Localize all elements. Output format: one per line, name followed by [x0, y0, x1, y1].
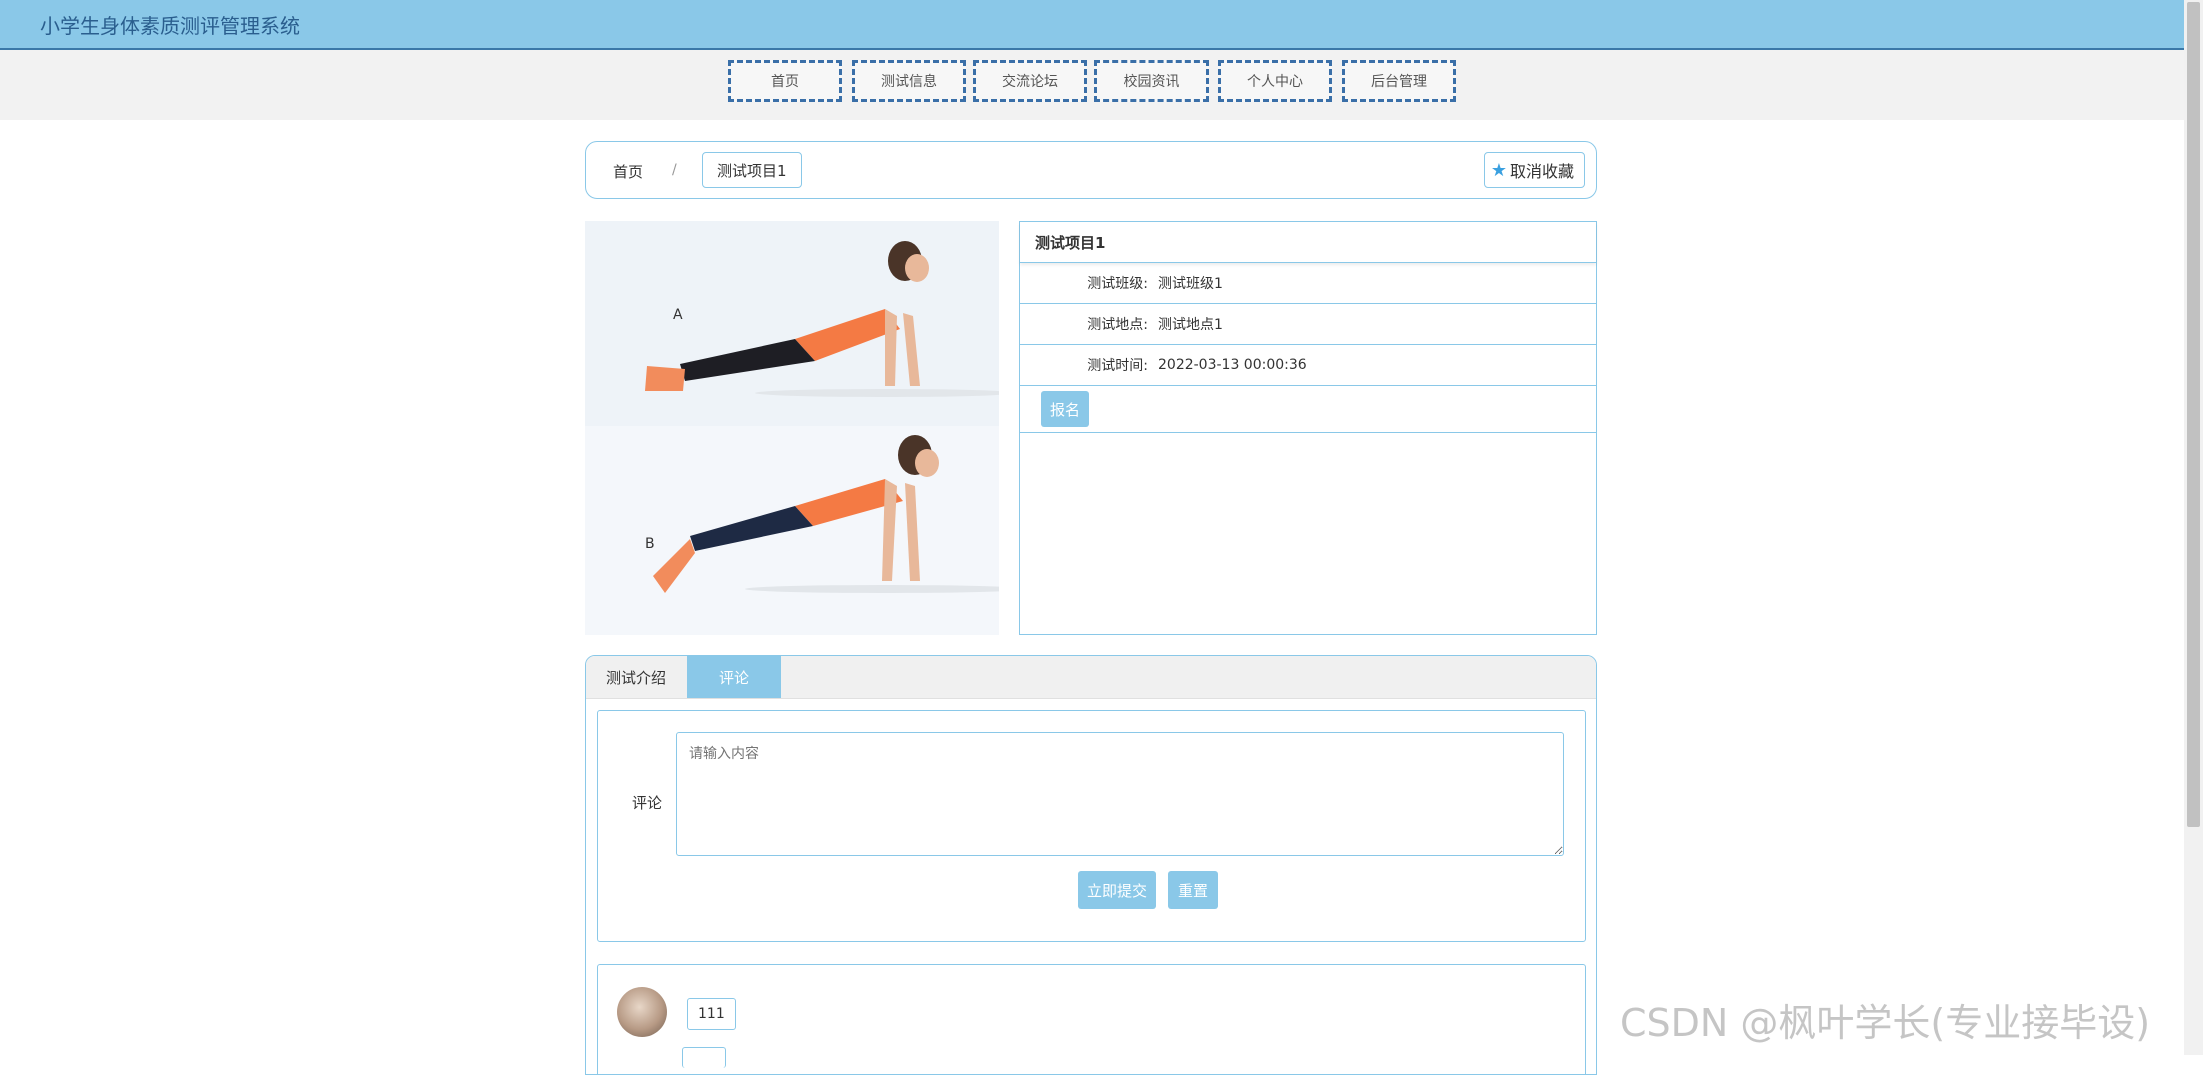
unfavorite-button[interactable]: ★ 取消收藏 — [1483, 152, 1585, 188]
reset-button[interactable]: 重置 — [1168, 871, 1218, 909]
comment-input[interactable] — [676, 732, 1564, 856]
detail-label: 测试班级: — [1087, 276, 1148, 292]
detail-row-class: 测试班级: 测试班级1 — [1020, 263, 1596, 304]
nav-item-test-info[interactable]: 测试信息 — [852, 60, 966, 102]
detail-value: 测试班级1 — [1158, 276, 1223, 292]
test-item-photo: A B — [585, 221, 1025, 635]
breadcrumb: 首页 / 测试项目1 ★ 取消收藏 — [585, 141, 1597, 199]
pushup-illustration: A B — [585, 221, 1025, 635]
nav-item-personal-center[interactable]: 个人中心 — [1218, 60, 1332, 102]
detail-row-time: 测试时间: 2022-03-13 00:00:36 — [1020, 345, 1596, 386]
detail-row-location: 测试地点: 测试地点1 — [1020, 304, 1596, 345]
breadcrumb-separator: / — [672, 162, 677, 178]
panel-b-label: B — [645, 536, 655, 552]
watermark: CSDN @枫叶学长(专业接毕设) — [1620, 1001, 2151, 1045]
main-navbar: 首页 测试信息 交流论坛 校园资讯 个人中心 后台管理 — [0, 50, 2184, 120]
tab-comment[interactable]: 评论 — [687, 656, 781, 698]
detail-value: 2022-03-13 00:00:36 — [1158, 357, 1307, 373]
submit-button[interactable]: 立即提交 — [1078, 871, 1156, 909]
breadcrumb-home-link[interactable]: 首页 — [613, 161, 643, 182]
tabs-container: 测试介绍 评论 评论 立即提交 重置 111 — [585, 655, 1597, 1075]
panel-a-label: A — [673, 307, 683, 323]
scrollbar-thumb[interactable] — [2187, 2, 2200, 827]
avatar — [617, 987, 667, 1037]
comment-list: 111 — [597, 964, 1586, 1074]
site-title: 小学生身体素质测评管理系统 — [40, 14, 300, 38]
detail-label: 测试时间: — [1087, 358, 1148, 374]
test-detail-panel: 测试项目1 测试班级: 测试班级1 测试地点: 测试地点1 测试时间: 2022… — [1019, 221, 1597, 635]
signup-row: 报名 — [1020, 386, 1596, 433]
nav-item-campus-news[interactable]: 校园资讯 — [1094, 60, 1209, 102]
signup-button[interactable]: 报名 — [1041, 391, 1089, 427]
top-header: 小学生身体素质测评管理系统 — [0, 0, 2184, 50]
comment-form: 评论 立即提交 重置 — [597, 710, 1586, 942]
comment-text: 111 — [687, 998, 736, 1030]
comment-label: 评论 — [632, 794, 663, 812]
detail-label: 测试地点: — [1087, 317, 1148, 333]
nav-item-forum[interactable]: 交流论坛 — [973, 60, 1087, 102]
star-icon: ★ — [1490, 159, 1507, 181]
unfavorite-label: 取消收藏 — [1509, 162, 1574, 181]
detail-title: 测试项目1 — [1020, 222, 1596, 263]
nav-item-home[interactable]: 首页 — [728, 60, 842, 102]
tab-bar: 测试介绍 评论 — [586, 656, 1596, 699]
page-scrollbar[interactable] — [2184, 0, 2203, 1055]
breadcrumb-current: 测试项目1 — [702, 152, 802, 188]
tab-intro[interactable]: 测试介绍 — [586, 656, 686, 698]
nav-item-admin[interactable]: 后台管理 — [1342, 60, 1456, 102]
comment-reply-box — [682, 1047, 726, 1068]
detail-value: 测试地点1 — [1158, 317, 1223, 333]
